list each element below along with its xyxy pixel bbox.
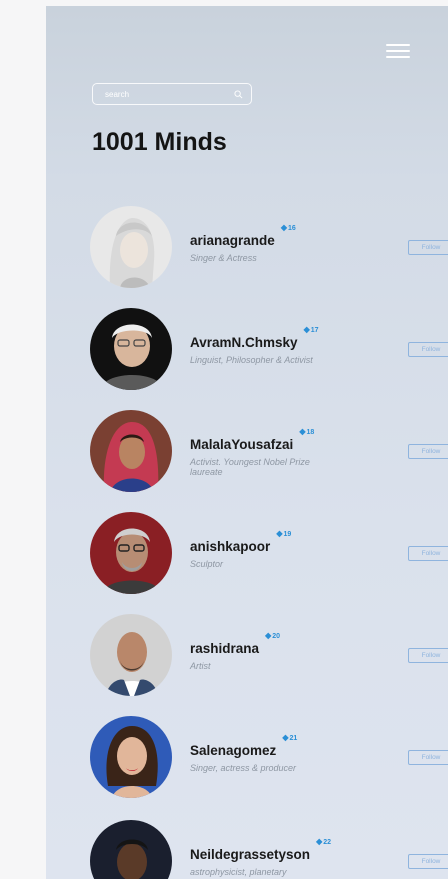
page-title: 1001 Minds xyxy=(92,128,227,156)
follow-button[interactable]: Follow xyxy=(408,240,448,255)
follow-button[interactable]: Follow xyxy=(408,342,448,357)
avatar[interactable] xyxy=(90,410,172,492)
diamond-icon: ◆ xyxy=(299,427,306,436)
diamond-icon: ◆ xyxy=(276,529,283,538)
list-item[interactable]: anishkapoor ◆19 Sculptor Follow xyxy=(90,512,448,614)
user-name[interactable]: anishkapoor ◆19 xyxy=(190,529,291,554)
user-name[interactable]: Neildegrassetyson ◆22 xyxy=(190,837,331,862)
user-name[interactable]: Salenagomez ◆21 xyxy=(190,733,297,758)
search-bar[interactable] xyxy=(92,83,252,105)
list-item[interactable]: AvramN.Chmsky ◆17 Linguist, Philosopher &… xyxy=(90,308,448,410)
rank-badge: ◆19 xyxy=(276,529,292,538)
diamond-icon: ◆ xyxy=(303,325,310,334)
user-name[interactable]: arianagrande ◆16 xyxy=(190,223,296,248)
diamond-icon: ◆ xyxy=(280,223,287,232)
diamond-icon: ◆ xyxy=(316,837,323,846)
user-role: Linguist, Philosopher & Activist xyxy=(190,355,313,365)
list-item[interactable]: arianagrande ◆16 Singer & Actress Follow xyxy=(90,206,448,308)
avatar[interactable] xyxy=(90,308,172,390)
diamond-icon: ◆ xyxy=(265,631,272,640)
list-item[interactable]: Salenagomez ◆21 Singer, actress & produce… xyxy=(90,716,448,818)
user-role: Singer & Actress xyxy=(190,253,257,263)
hamburger-menu-icon[interactable] xyxy=(386,44,410,62)
list-item[interactable]: rashidrana ◆20 Artist Follow xyxy=(90,614,448,716)
avatar[interactable] xyxy=(90,820,172,879)
avatar[interactable] xyxy=(90,512,172,594)
follow-button[interactable]: Follow xyxy=(408,444,448,459)
follow-button[interactable]: Follow xyxy=(408,546,448,561)
user-name[interactable]: rashidrana ◆20 xyxy=(190,631,280,656)
rank-badge: ◆16 xyxy=(280,223,296,232)
user-role: Artist xyxy=(190,661,211,671)
user-name[interactable]: AvramN.Chmsky ◆17 xyxy=(190,325,319,350)
user-role: astrophysicist, planetary xyxy=(190,867,287,877)
list-item[interactable]: MalalaYousafzai ◆18 Activist. Youngest No… xyxy=(90,410,448,512)
rank-badge: ◆18 xyxy=(299,427,315,436)
user-role: Sculptor xyxy=(190,559,224,569)
follow-button[interactable]: Follow xyxy=(408,854,448,869)
avatar[interactable] xyxy=(90,716,172,798)
avatar[interactable] xyxy=(90,206,172,288)
list-item[interactable]: Neildegrassetyson ◆22 astrophysicist, pla… xyxy=(90,820,448,879)
search-icon[interactable] xyxy=(234,89,243,99)
diamond-icon: ◆ xyxy=(282,733,289,742)
rank-badge: ◆22 xyxy=(316,837,332,846)
rank-badge: ◆21 xyxy=(282,733,298,742)
follow-button[interactable]: Follow xyxy=(408,648,448,663)
user-role: Activist. Youngest Nobel Prize laureate xyxy=(190,457,310,477)
follow-button[interactable]: Follow xyxy=(408,750,448,765)
user-role: Singer, actress & producer xyxy=(190,763,297,773)
rank-badge: ◆17 xyxy=(303,325,319,334)
rank-badge: ◆20 xyxy=(265,631,281,640)
app-screen: 1001 Minds arianagrande◆16 Singer & Actr… xyxy=(46,6,448,879)
search-input[interactable] xyxy=(105,89,234,99)
user-name[interactable]: MalalaYousafzai ◆18 xyxy=(190,427,314,452)
avatar[interactable] xyxy=(90,614,172,696)
